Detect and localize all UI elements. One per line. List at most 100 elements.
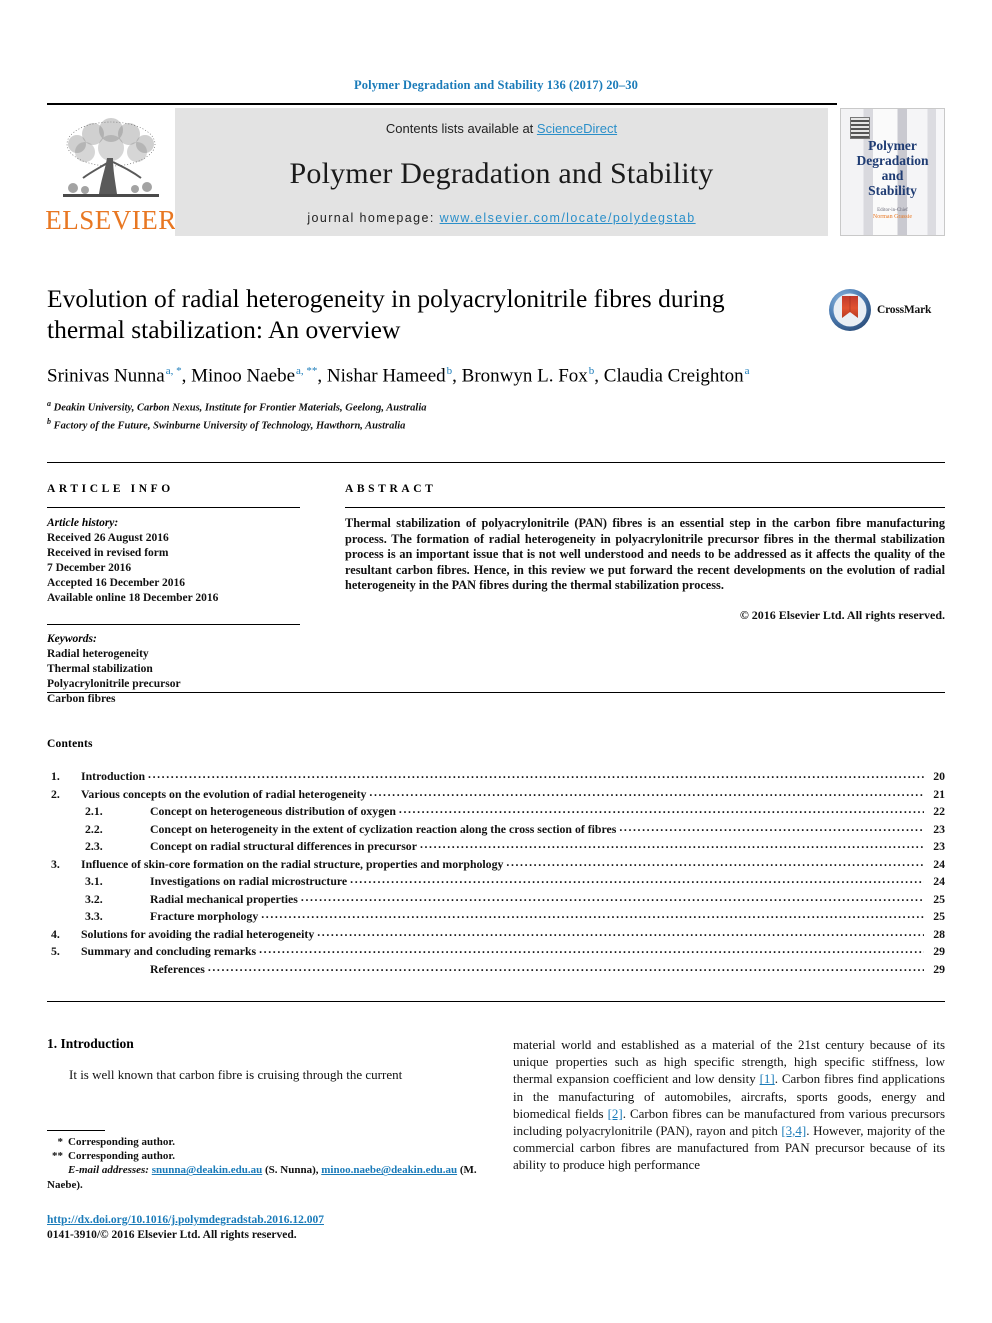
page-title: Evolution of radial heterogeneity in pol… (47, 284, 725, 344)
citation-link[interactable]: [1] (760, 1071, 775, 1086)
contents-leader-dots: ........................................… (259, 942, 924, 956)
keyword-item: Polyacrylonitrile precursor (47, 678, 181, 690)
history-item: Received in revised form (47, 547, 169, 559)
keywords-block: Keywords: Radial heterogeneity Thermal s… (47, 624, 300, 707)
footnote-text: Corresponding author. (68, 1150, 175, 1163)
contents-block: Contents 1. Introduction.................… (47, 738, 945, 978)
journal-homepage-line: journal homepage: www.elsevier.com/locat… (307, 211, 695, 225)
contents-entry-page: 23 (933, 839, 945, 853)
author-marks: b (588, 365, 595, 377)
double-asterisk-icon: ** (52, 1150, 63, 1163)
author-name: Srinivas Nunna (47, 365, 165, 387)
body-paragraph: material world and established as a mate… (513, 1037, 945, 1173)
contents-entry-number: 2. (51, 786, 60, 801)
body-left-column: 1. Introduction It is well known that ca… (47, 1036, 477, 1083)
elsevier-wordmark: ELSEVIER (45, 205, 177, 235)
contents-entry-number: 2.2. (85, 821, 103, 836)
email-addresses-label: E-mail addresses: (68, 1164, 149, 1177)
contents-leader-dots: ........................................… (398, 802, 924, 816)
asterisk-icon: * (57, 1136, 64, 1148)
contents-entry-number: 1. (51, 769, 60, 783)
article-history-list: Received 26 August 2016 Received in revi… (47, 531, 300, 606)
abstract-copyright: © 2016 Elsevier Ltd. All rights reserved… (739, 607, 945, 622)
citation-link[interactable]: [3,4] (781, 1123, 806, 1138)
contents-entry-number: 3.1. (85, 874, 103, 888)
elsevier-tree-icon (63, 118, 159, 197)
history-item: Received 26 August 2016 (47, 532, 169, 544)
author-list: Srinivas Nunnaa, *, Minoo Naebea, **, Ni… (47, 365, 750, 387)
citation-link[interactable]: [2] (608, 1106, 623, 1121)
journal-title: Polymer Degradation and Stability (289, 156, 714, 190)
contents-entry-page: 29 (933, 944, 945, 958)
footnote-block: * Corresponding author. ** Corresponding a… (47, 1130, 477, 1192)
crossmark-icon (829, 289, 871, 331)
author-marks: a (744, 365, 750, 377)
contents-entry-label: Concept on radial structural differences… (150, 839, 417, 853)
homepage-prefix: journal homepage: (307, 211, 440, 225)
article-info-column: ARTICLE INFO Article history: Received 2… (47, 483, 300, 707)
footnote-rule (47, 1130, 105, 1131)
history-item: 7 December 2016 (47, 562, 132, 574)
article-history-label: Article history: (47, 517, 119, 529)
info-abstract-row: ARTICLE INFO Article history: Received 2… (47, 483, 945, 707)
footnote-corresponding-1: * Corresponding author. (47, 1135, 477, 1149)
contents-entry-page: 28 (933, 926, 945, 941)
journal-homepage-link[interactable]: www.elsevier.com/locate/polydegstab (440, 211, 696, 225)
contents-entry-number: 5. (51, 944, 60, 958)
contents-leader-dots: ........................................… (207, 959, 924, 974)
info-bottom-rule (47, 692, 945, 693)
crossmark-badge[interactable]: CrossMark (828, 288, 948, 332)
doi-block: http://dx.doi.org/10.1016/j.polymdegrads… (47, 1213, 477, 1243)
abstract-rule (345, 507, 945, 508)
contents-entry-number: 3. (51, 856, 60, 871)
article-info-heading: ARTICLE INFO (47, 483, 174, 495)
journal-cover-thumbnail: Polymer Degradation and Stability Editor-in… (840, 108, 945, 236)
contents-leader-dots: ........................................… (300, 889, 924, 904)
cover-footer: Editor-in-Chief Norman Grassie (841, 208, 944, 221)
elsevier-logo: ELSEVIER (45, 108, 177, 236)
section-heading-introduction: 1. Introduction (47, 1036, 134, 1051)
running-head: Polymer Degradation and Stability 136 (2… (354, 78, 638, 92)
contents-entry-page: 24 (933, 874, 945, 888)
email-link-naebe[interactable]: minoo.naebe@deakin.edu.au (321, 1164, 457, 1176)
affiliation-text: Factory of the Future, Swinburne Univers… (53, 420, 406, 432)
contents-entry[interactable]: References..............................… (47, 959, 945, 979)
affiliation-item: a Deakin University, Carbon Nexus, Insti… (47, 397, 807, 415)
cover-foot-bottom: Norman Grassie (872, 214, 913, 220)
contents-entry-page: 25 (933, 891, 945, 906)
affiliation-mark: a (47, 399, 51, 409)
contents-leader-dots: ........................................… (261, 907, 924, 921)
contents-leader-dots: ........................................… (369, 784, 924, 799)
author-marks: a, ** (296, 365, 318, 377)
abstract-text: Thermal stabilization of polyacrylonitri… (345, 516, 945, 593)
affiliation-item: b Factory of the Future, Swinburne Unive… (47, 415, 807, 433)
author-name: Nishar Hameed (326, 365, 446, 387)
contents-entry-page: 29 (933, 961, 945, 976)
contents-entry-page: 20 (933, 769, 945, 783)
contents-leader-dots: ........................................… (317, 924, 924, 939)
cover-elsevier-mini-icon (850, 117, 870, 139)
contents-prefix: Contents lists available at (385, 121, 537, 136)
sciencedirect-link[interactable]: ScienceDirect (537, 121, 617, 136)
contents-entry-number: 4. (51, 926, 60, 941)
doi-link[interactable]: http://dx.doi.org/10.1016/j.polymdegrads… (47, 1213, 477, 1228)
footnote-corresponding-2: ** Corresponding author. (47, 1149, 477, 1163)
title-block: Evolution of radial heterogeneity in pol… (47, 283, 807, 433)
contents-entry-label: Introduction (81, 769, 146, 783)
banner-center: Contents lists available at ScienceDirec… (175, 108, 828, 236)
journal-banner: ELSEVIER Contents lists available at Sci… (45, 103, 945, 236)
column-gap (300, 483, 345, 707)
cover-title: Polymer Degradation and Stability (856, 138, 929, 198)
abstract-column: ABSTRACT Thermal stabilization of polyac… (345, 483, 945, 707)
cover-foot-top: Editor-in-Chief (877, 208, 908, 213)
contents-entry-number: 3.3. (85, 909, 103, 923)
contents-leader-dots: ........................................… (350, 872, 924, 886)
email-link-nunna[interactable]: snunna@deakin.edu.au (152, 1164, 263, 1176)
author-name: Minoo Naebe (191, 365, 296, 387)
banner-top-rule (47, 103, 837, 105)
contents-list: 1. Introduction..........................… (47, 767, 945, 979)
contents-leader-dots: ........................................… (419, 837, 924, 851)
contents-title: Contents (47, 738, 93, 750)
footnote-emails: E-mail addresses: snunna@deakin.edu.au (… (47, 1163, 477, 1191)
info-top-rule (47, 462, 945, 463)
